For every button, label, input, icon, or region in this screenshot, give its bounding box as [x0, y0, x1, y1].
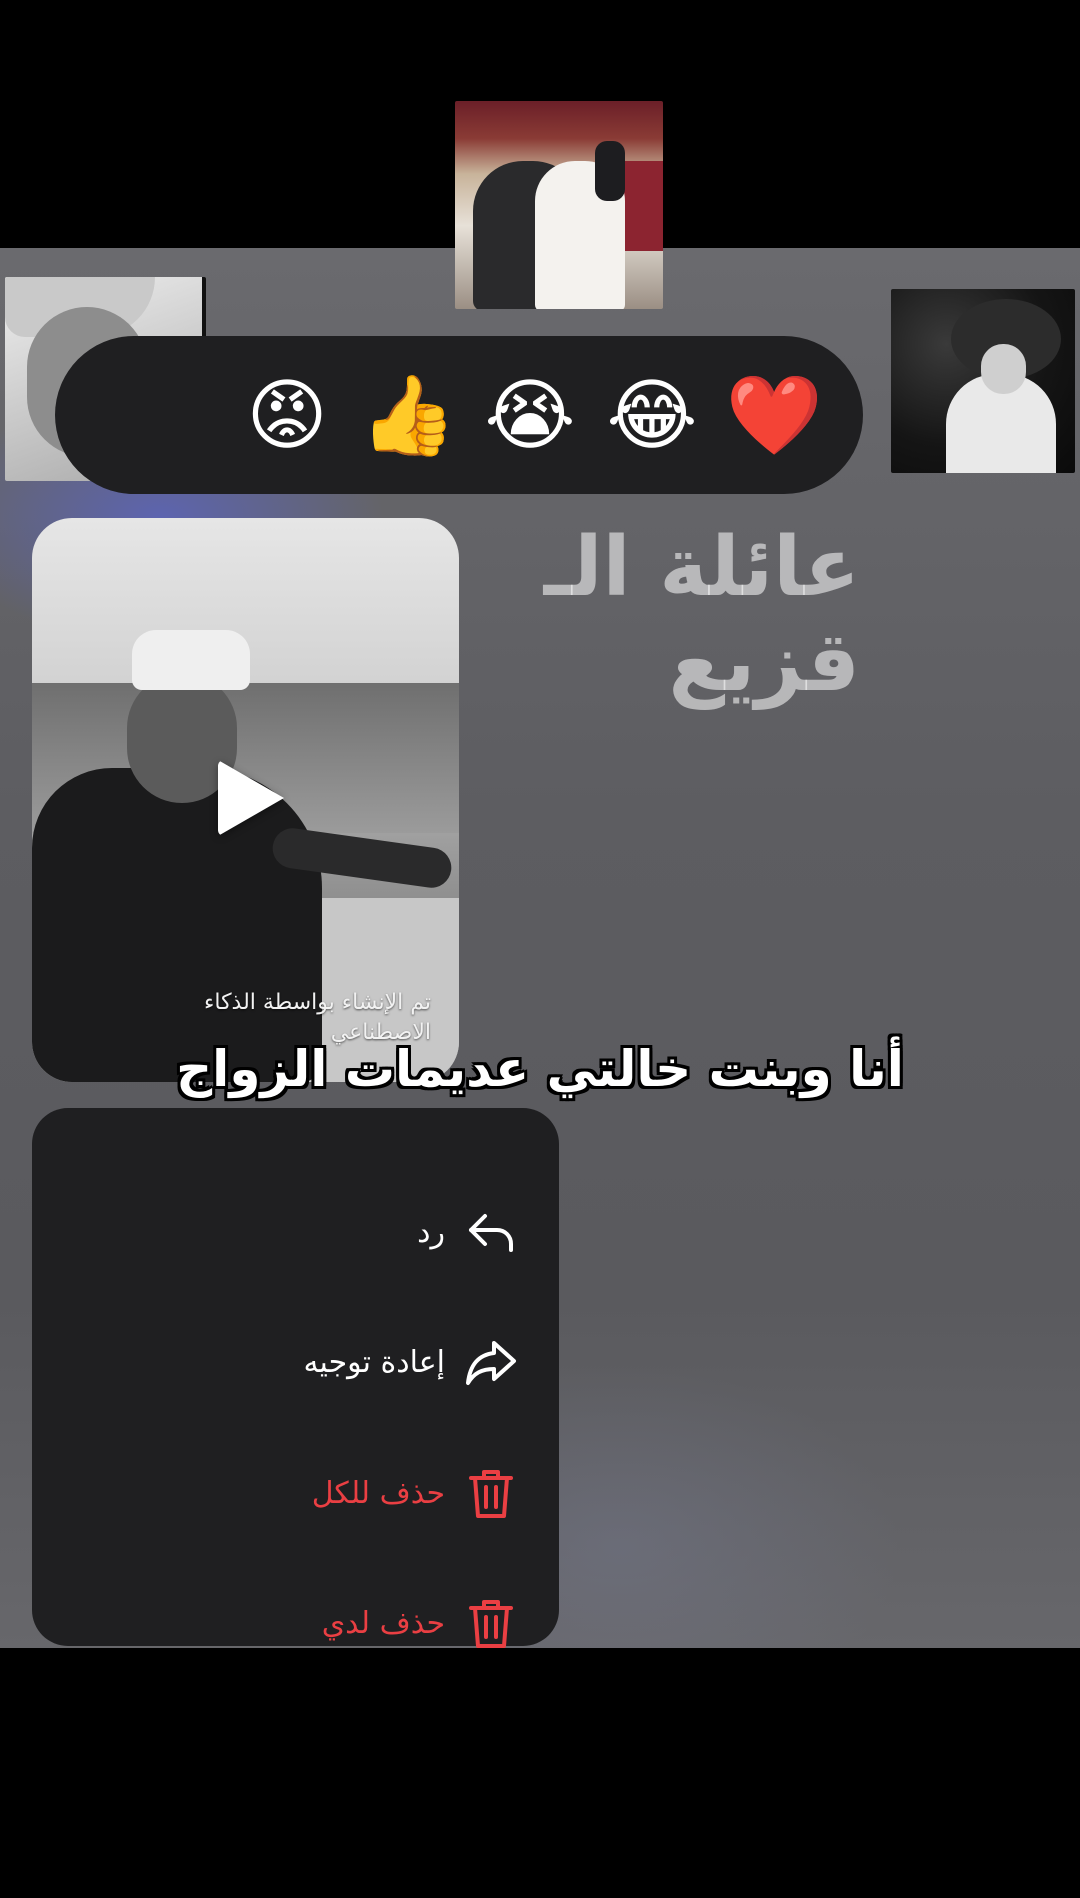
forward-menu-item[interactable]: إعادة توجيه [32, 1312, 559, 1412]
delete-for-all-menu-item[interactable]: حذف للكل [32, 1443, 559, 1543]
message-context-menu: رد إعادة توجيه حذف للكل حذف لدي [32, 1108, 559, 1648]
forward-label: إعادة توجيه [303, 1344, 445, 1380]
laughing-face-icon[interactable]: 😂 [604, 368, 700, 464]
delete-for-me-label: حذف لدي [321, 1605, 445, 1641]
profile-photo-right [891, 289, 1075, 473]
video-message[interactable]: تم الإنشاء بواسطة الذكاء الاصطناعي [32, 518, 459, 1082]
trash-icon [463, 1595, 519, 1651]
reply-menu-item[interactable]: رد [32, 1182, 559, 1282]
play-icon[interactable] [218, 760, 284, 836]
reaction-bar: 😡 👍 😭 😂 ❤️ [55, 336, 863, 494]
ai-generated-label: تم الإنشاء بواسطة الذكاء الاصطناعي [204, 990, 431, 1045]
heart-icon[interactable]: ❤️ [725, 368, 822, 464]
group-photo-top [455, 101, 663, 309]
crying-face-icon[interactable]: 😭 [482, 368, 578, 464]
angry-face-icon[interactable]: 😡 [239, 368, 335, 464]
delete-for-all-label: حذف للكل [311, 1475, 445, 1511]
reply-arrow-icon [463, 1204, 519, 1260]
trash-icon [463, 1465, 519, 1521]
photo-figure [595, 141, 625, 201]
photo-head [981, 344, 1026, 394]
group-name-watermark: عائلة الـ قزيع [543, 520, 860, 710]
thumbs-up-icon[interactable]: 👍 [359, 368, 456, 464]
forward-arrow-icon [463, 1334, 519, 1390]
video-person-hat [132, 630, 250, 690]
reply-label: رد [417, 1214, 445, 1250]
bottom-black-bar [0, 1648, 1080, 1898]
